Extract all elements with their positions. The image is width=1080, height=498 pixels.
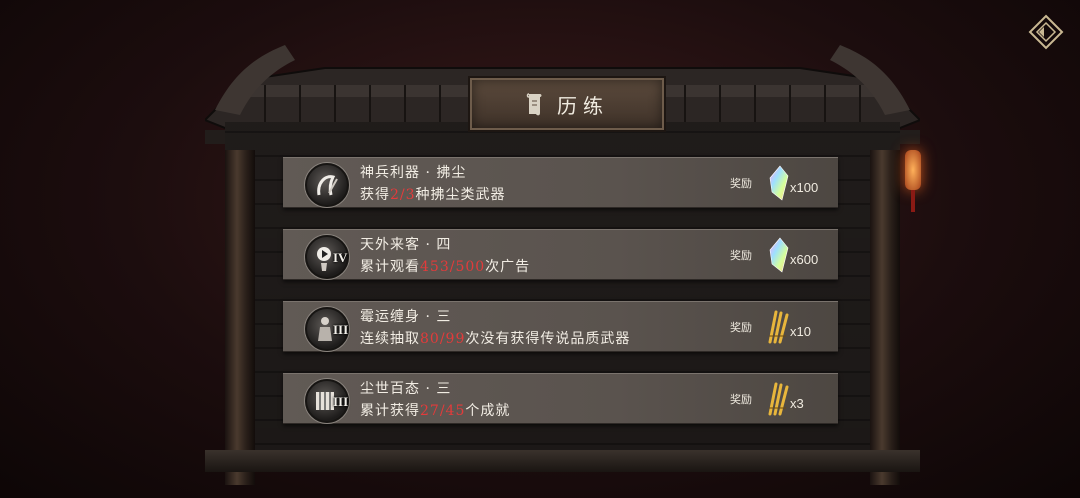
reward-label: 奖励 bbox=[730, 321, 752, 334]
tier-label: III bbox=[333, 322, 349, 337]
whisk-icon bbox=[305, 163, 349, 207]
reward-label: 奖励 bbox=[730, 393, 752, 406]
progress-text: 2/3 bbox=[390, 187, 416, 203]
achievement-row[interactable]: III 尘世百态 · 三 累计获得27/45个成就 奖励 x3 bbox=[283, 373, 838, 424]
achievement-desc: 累计观看453/500次广告 bbox=[360, 259, 531, 275]
achievement-name: 神兵利器 · 拂尘 bbox=[360, 165, 467, 181]
progress-text: 80/99 bbox=[420, 331, 466, 347]
title-plaque: 历练 bbox=[470, 78, 664, 130]
reward-count: x600 bbox=[790, 252, 819, 267]
left-pillar bbox=[225, 150, 255, 485]
progress-text: 453/500 bbox=[420, 259, 486, 275]
achievement-row[interactable]: III 霉运缠身 · 三 连续抽取80/99次没有获得传说品质武器 奖励 x10 bbox=[283, 301, 838, 352]
lantern-tassel bbox=[911, 190, 915, 212]
progress-text: 27/45 bbox=[420, 403, 466, 419]
reward-label: 奖励 bbox=[730, 177, 752, 190]
stone-base bbox=[205, 450, 920, 472]
achievement-desc: 累计获得27/45个成就 bbox=[360, 403, 511, 419]
achievement-desc: 获得2/3种拂尘类武器 bbox=[360, 187, 506, 203]
tier-label: IV bbox=[333, 250, 348, 265]
lantern-icon bbox=[905, 150, 921, 190]
scroll-icon bbox=[526, 93, 542, 116]
reward-count: x3 bbox=[790, 396, 804, 411]
crystal-icon bbox=[769, 237, 789, 273]
golden-sticks-icon bbox=[768, 382, 789, 416]
corner-menu-button[interactable] bbox=[1026, 12, 1066, 52]
achievement-name: 尘世百态 · 三 bbox=[360, 381, 452, 397]
reward-count: x100 bbox=[790, 180, 819, 195]
achievement-name: 霉运缠身 · 三 bbox=[360, 309, 452, 325]
reward-count: x10 bbox=[790, 324, 811, 339]
golden-sticks-icon bbox=[768, 310, 789, 344]
achievement-desc: 连续抽取80/99次没有获得传说品质武器 bbox=[360, 331, 631, 347]
right-pillar bbox=[870, 150, 900, 485]
achievement-name: 天外来客 · 四 bbox=[360, 237, 452, 253]
achievement-row[interactable]: 神兵利器 · 拂尘 获得2/3种拂尘类武器 奖励 x100 bbox=[283, 157, 838, 208]
page-title: 历练 bbox=[557, 93, 609, 118]
reward-label: 奖励 bbox=[730, 249, 752, 262]
achievement-list: 神兵利器 · 拂尘 获得2/3种拂尘类武器 奖励 x100 IV 天外来客 · … bbox=[283, 157, 838, 445]
crystal-icon bbox=[769, 165, 789, 201]
tier-label: III bbox=[333, 394, 349, 409]
achievement-row[interactable]: IV 天外来客 · 四 累计观看453/500次广告 奖励 x600 bbox=[283, 229, 838, 280]
diamond-back-icon bbox=[1028, 14, 1064, 50]
